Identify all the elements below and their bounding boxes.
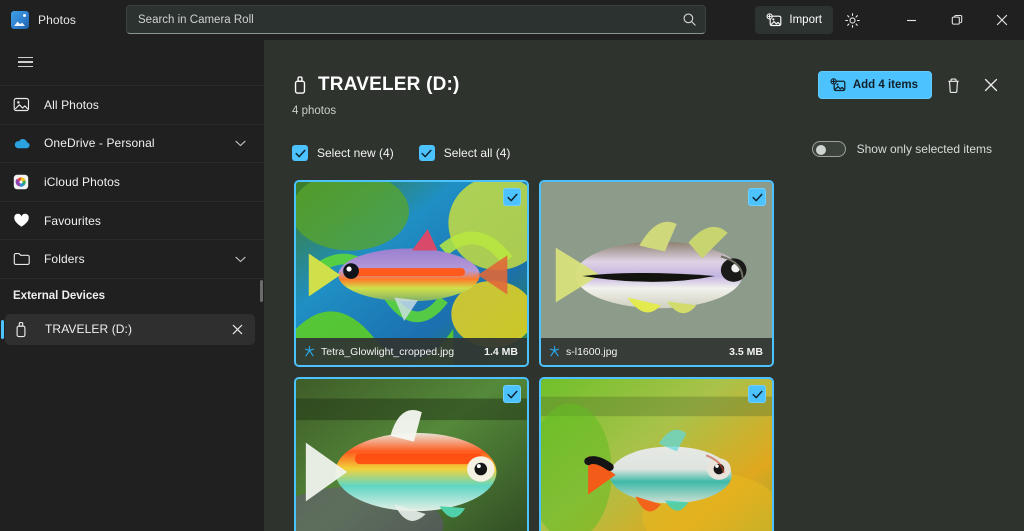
trash-icon xyxy=(947,78,959,93)
minimize-icon xyxy=(907,19,916,21)
photos-app-icon xyxy=(11,11,29,29)
photo-filesize: 1.4 MB xyxy=(484,345,518,358)
sidebar-item-favourites[interactable]: Favourites xyxy=(0,200,264,240)
new-item-icon xyxy=(550,345,559,357)
sidebar-item-label: iCloud Photos xyxy=(44,174,121,189)
window-controls xyxy=(889,0,1024,40)
hamburger-icon[interactable] xyxy=(5,45,45,79)
folder-icon xyxy=(13,250,33,268)
close-icon xyxy=(984,78,998,92)
photo-thumbnail xyxy=(541,379,772,531)
photo-count: 4 photos xyxy=(292,105,337,117)
search-icon[interactable] xyxy=(682,12,697,27)
page-title: TRAVELER (D:) xyxy=(318,74,460,95)
checkbox-checked-icon xyxy=(418,145,435,161)
checkbox-checked-icon xyxy=(751,390,763,398)
photo-filename: Tetra_Glowlight_cropped.jpg xyxy=(321,345,455,358)
photo-thumbnail xyxy=(296,379,527,531)
photo-info-bar: s-l1600.jpg 3.5 MB xyxy=(541,338,772,365)
checkbox-checked-icon xyxy=(506,390,518,398)
cloud-icon xyxy=(13,134,33,152)
sidebar-item-onedrive[interactable]: OneDrive - Personal xyxy=(0,123,264,163)
add-items-label: Add 4 items xyxy=(852,79,918,91)
show-only-selected-label: Show only selected items xyxy=(856,142,992,156)
photo-filename: s-l1600.jpg xyxy=(566,345,618,358)
settings-button[interactable] xyxy=(837,6,867,34)
photo-icon xyxy=(13,96,33,114)
selection-toolbar: Select new (4) Select all (4) Show only … xyxy=(292,141,1024,164)
sidebar-item-all-photos[interactable]: All Photos xyxy=(0,85,264,124)
restore-icon xyxy=(951,14,962,25)
delete-button[interactable] xyxy=(936,70,970,100)
search-box[interactable] xyxy=(126,5,706,34)
select-all-checkbox[interactable]: Select all (4) xyxy=(418,145,511,161)
import-button[interactable]: Import xyxy=(755,6,833,34)
sidebar-item-folders[interactable]: Folders xyxy=(0,239,264,278)
photo-checkbox[interactable] xyxy=(748,385,766,403)
search-input[interactable] xyxy=(138,13,682,26)
header-actions: Add 4 items xyxy=(817,70,1008,100)
import-label: Import xyxy=(789,14,822,26)
maximize-button[interactable] xyxy=(934,0,979,40)
photo-grid: Tetra_Glowlight_cropped.jpg 1.4 MB s-l16… xyxy=(294,180,774,531)
title-bar: Photos Import xyxy=(0,0,1024,40)
new-item-icon xyxy=(305,345,314,357)
main-content: TRAVELER (D:) 4 photos Add 4 items Selec… xyxy=(264,40,1024,531)
app-brand: Photos xyxy=(11,11,117,29)
photo-tile[interactable]: s-l1600.jpg 3.5 MB xyxy=(539,180,774,367)
photo-tile[interactable] xyxy=(294,377,529,531)
titlebar-actions: Import xyxy=(755,0,1024,40)
photo-checkbox[interactable] xyxy=(748,188,766,206)
close-button[interactable] xyxy=(979,0,1024,40)
eject-device-button[interactable] xyxy=(226,318,248,340)
select-new-checkbox[interactable]: Select new (4) xyxy=(292,145,394,161)
sidebar-item-icloud-photos[interactable]: iCloud Photos xyxy=(0,162,264,201)
select-all-label: Select all (4) xyxy=(443,146,511,160)
sidebar-item-label: All Photos xyxy=(44,97,100,112)
close-import-button[interactable] xyxy=(974,70,1008,100)
sidebar-item-traveler-drive[interactable]: TRAVELER (D:) xyxy=(1,313,255,345)
sidebar-section-external-devices: External Devices xyxy=(0,277,264,314)
sidebar-item-label: Favourites xyxy=(44,213,102,228)
checkbox-checked-icon xyxy=(506,193,518,201)
photo-import-icon xyxy=(766,12,782,26)
checkbox-checked-icon xyxy=(751,193,763,201)
close-icon xyxy=(996,14,1007,26)
icloud-photos-icon xyxy=(13,173,33,191)
photo-tile[interactable]: Tetra_Glowlight_cropped.jpg 1.4 MB xyxy=(294,180,529,367)
select-new-label: Select new (4) xyxy=(317,146,394,160)
search-bar xyxy=(126,5,706,34)
app-name: Photos xyxy=(38,13,76,27)
checkbox-checked-icon xyxy=(292,145,308,161)
photo-import-icon xyxy=(830,77,846,91)
photo-info-bar: Tetra_Glowlight_cropped.jpg 1.4 MB xyxy=(296,338,527,365)
usb-drive-icon xyxy=(14,320,34,338)
heart-icon xyxy=(13,212,33,230)
chevron-down-icon[interactable] xyxy=(235,140,246,147)
sidebar-item-label: OneDrive - Personal xyxy=(44,136,155,151)
photo-checkbox[interactable] xyxy=(503,385,521,403)
photo-tile[interactable] xyxy=(539,377,774,531)
add-items-button[interactable]: Add 4 items xyxy=(817,71,932,99)
photo-filesize: 3.5 MB xyxy=(729,345,763,358)
photos-app-window: Photos Import xyxy=(0,0,1024,531)
sidebar-item-label: TRAVELER (D:) xyxy=(45,322,133,337)
sidebar: All Photos OneDrive - Personal iCloud Ph… xyxy=(0,40,264,531)
toggle-switch-off[interactable] xyxy=(811,141,846,157)
chevron-down-icon[interactable] xyxy=(235,256,246,263)
minimize-button[interactable] xyxy=(889,0,934,40)
usb-drive-icon xyxy=(294,76,306,94)
sidebar-scrollbar[interactable] xyxy=(260,280,263,302)
show-only-selected-toggle[interactable]: Show only selected items xyxy=(811,141,992,157)
close-icon xyxy=(232,324,242,335)
sidebar-item-label: Folders xyxy=(44,252,85,267)
photo-checkbox[interactable] xyxy=(503,188,521,206)
gear-icon xyxy=(844,12,860,28)
